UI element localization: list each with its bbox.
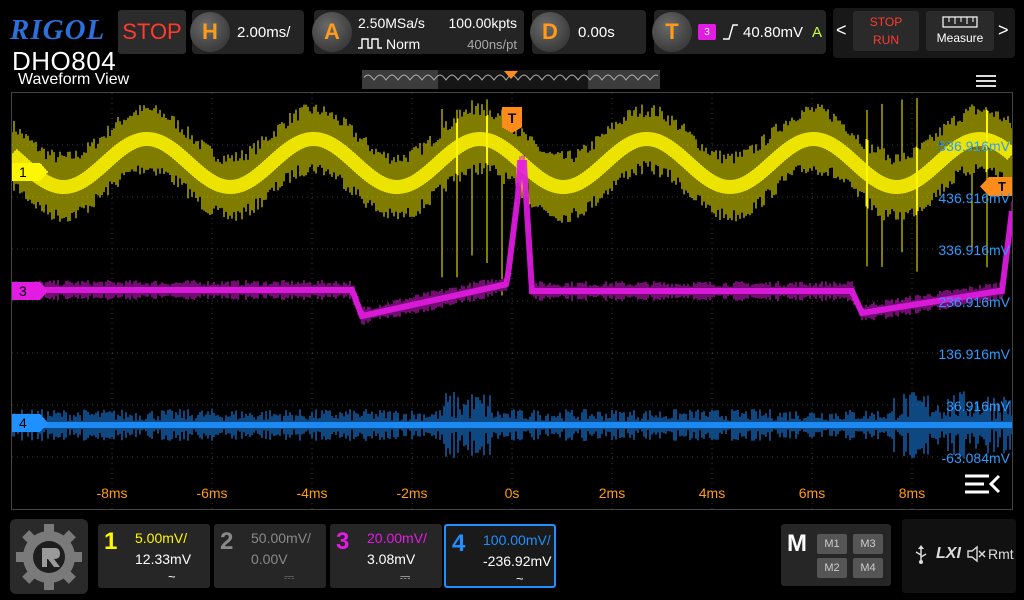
time-label: 4ms	[698, 485, 726, 501]
memory-depth: 100.00kpts	[448, 15, 518, 31]
ch3-offset: 3.08mV	[367, 551, 416, 567]
vertical-label: 36.916mV	[946, 398, 1010, 414]
lxi-icon: LXI	[936, 545, 961, 562]
ch1-scale: 5.00mV/	[135, 530, 188, 546]
ch2-settings-box[interactable]: 2 50.00mV/ 0.00V ⎓	[214, 524, 326, 588]
sample-rate: 2.50MSa/s	[358, 15, 425, 31]
vertical-label: 336.916mV	[938, 242, 1010, 258]
ch4-coupling-icon: ~	[516, 571, 524, 586]
ch1-number: 1	[104, 528, 118, 555]
math-m4-button[interactable]: M4	[853, 558, 883, 578]
horizontal-delay: 0.00s	[578, 24, 615, 41]
trigger-source-badge: 3	[698, 24, 716, 40]
run-status-indicator[interactable]: STOP	[118, 10, 186, 54]
delay-key[interactable]: D	[530, 12, 570, 52]
vertical-label: 236.916mV	[938, 294, 1010, 310]
time-per-point: 400ns/pt	[467, 37, 517, 52]
ch1-settings-box[interactable]: 1 5.00mV/ 12.33mV ~	[98, 524, 210, 588]
rising-edge-icon	[723, 24, 738, 40]
run-label: RUN	[873, 33, 899, 47]
usb-icon	[915, 545, 927, 564]
home-gear-icon[interactable]	[10, 519, 88, 594]
trigger-mode: A	[812, 24, 823, 41]
vertical-label: 536.916mV	[938, 138, 1010, 154]
remote-indicator: Rmt	[988, 546, 1014, 562]
ch1-offset: 12.33mV	[135, 551, 192, 567]
ch3-number: 3	[336, 528, 350, 555]
waveform-overview-bar[interactable]	[362, 70, 660, 89]
nav-left-icon[interactable]: <	[836, 20, 847, 41]
horizontal-timebase: 2.00ms/	[237, 24, 291, 41]
math-m1-button[interactable]: M1	[817, 534, 847, 554]
time-label: -6ms	[196, 485, 228, 501]
time-label: 0s	[504, 485, 520, 501]
ruler-icon	[942, 16, 978, 28]
ch4-scale: 100.00mV/	[483, 532, 551, 548]
nav-right-icon[interactable]: >	[998, 20, 1009, 41]
mute-icon	[967, 545, 986, 563]
trigger-key[interactable]: T	[652, 12, 692, 52]
waveform-view-title: Waveform View	[18, 71, 130, 88]
brand-logo: RIGOL	[10, 14, 106, 46]
vertical-label: 136.916mV	[938, 346, 1010, 362]
time-label: 2ms	[598, 485, 626, 501]
acquire-mode-icon	[358, 38, 382, 49]
ch4-number: 4	[452, 530, 466, 557]
acquire-key[interactable]: A	[312, 12, 352, 52]
vertical-label: 436.916mV	[938, 190, 1010, 206]
measure-label: Measure	[936, 31, 984, 45]
vertical-label: -63.084mV	[941, 450, 1010, 466]
math-m2-button[interactable]: M2	[817, 558, 847, 578]
ch3-scale: 20.00mV/	[367, 530, 427, 546]
stop-run-button[interactable]: STOP RUN	[853, 11, 919, 51]
ch3-coupling-icon: ⎓	[400, 569, 411, 584]
trigger-level: 40.80mV	[743, 24, 804, 41]
overview-wave-thumbnail	[363, 70, 659, 89]
time-label: 6ms	[798, 485, 826, 501]
ch2-offset: 0.00V	[251, 551, 288, 567]
menu-icon[interactable]	[976, 75, 996, 89]
acquire-mode: Norm	[386, 36, 421, 52]
ch2-coupling-icon: ⎓	[284, 569, 295, 584]
math-label: M	[787, 530, 807, 557]
math-m3-button[interactable]: M3	[853, 534, 883, 554]
math-panel[interactable]: M M1 M3 M2 M4	[781, 524, 891, 586]
top-status-bar: RIGOL DHO804 STOP H 2.00ms/ A 2.50MSa/s …	[0, 0, 1024, 74]
waveform-canvas	[12, 93, 1012, 509]
ch4-settings-box[interactable]: 4 100.00mV/ -236.92mV ~	[444, 524, 556, 588]
ch2-number: 2	[220, 528, 234, 555]
measure-button[interactable]: Measure	[926, 11, 994, 51]
time-label: -8ms	[96, 485, 128, 501]
stop-label: STOP	[869, 15, 903, 29]
collapse-menu-icon[interactable]	[962, 470, 1002, 498]
ch4-offset: -236.92mV	[483, 553, 552, 569]
ch2-scale: 50.00mV/	[251, 530, 311, 546]
time-label: -2ms	[396, 485, 428, 501]
time-label: -4ms	[296, 485, 328, 501]
ch3-settings-box[interactable]: 3 20.00mV/ 3.08mV ⎓	[330, 524, 442, 588]
ch1-coupling-icon: ~	[168, 569, 176, 584]
horizontal-key[interactable]: H	[190, 12, 230, 52]
time-label: 8ms	[898, 485, 926, 501]
